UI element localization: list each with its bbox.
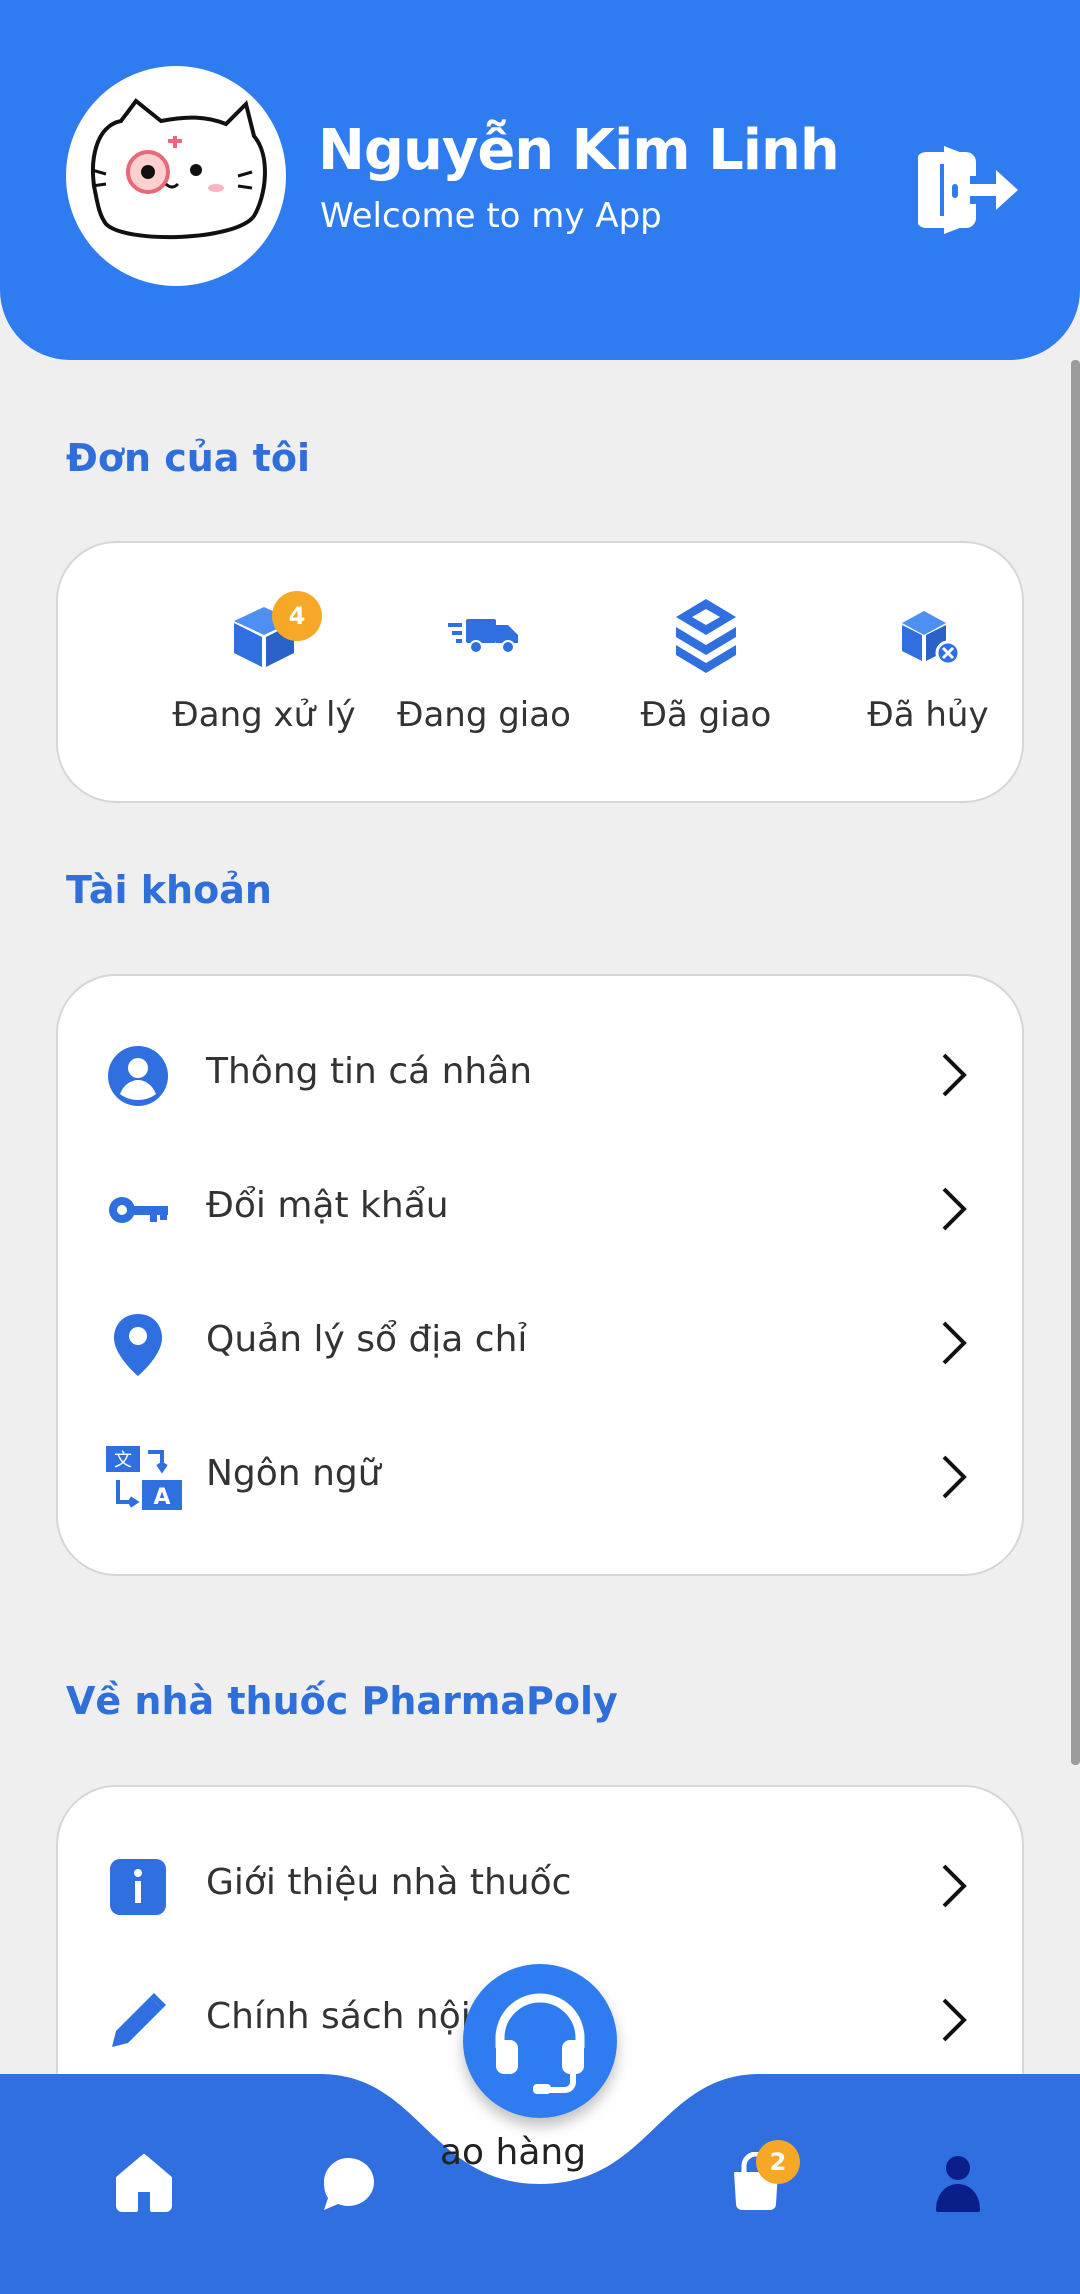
cart-count-badge: 2 bbox=[756, 2140, 800, 2184]
chat-icon bbox=[324, 2158, 374, 2210]
svg-text:文: 文 bbox=[114, 1450, 132, 1471]
order-delivered[interactable]: Đã giao bbox=[596, 593, 816, 735]
nav-chat[interactable] bbox=[318, 2154, 378, 2214]
chevron-right-icon bbox=[942, 1321, 967, 1365]
menu-item-change-password[interactable]: Đổi mật khẩu bbox=[58, 1143, 1026, 1277]
logout-button[interactable] bbox=[916, 142, 1018, 238]
user-circle-icon bbox=[108, 1046, 168, 1106]
pencil-icon bbox=[112, 1993, 166, 2047]
partial-nav-label: ao hàng bbox=[440, 2132, 587, 2173]
orders-card: 4 Đang xử lý Đang giao Đã giao Đã hủy bbox=[56, 541, 1024, 803]
chevron-right-icon bbox=[942, 1053, 967, 1097]
info-icon bbox=[110, 1859, 166, 1915]
menu-item-personal-info[interactable]: Thông tin cá nhân bbox=[58, 1009, 1026, 1143]
menu-item-label: Thông tin cá nhân bbox=[206, 1051, 533, 1092]
user-name: Nguyễn Kim Linh bbox=[318, 118, 840, 183]
profile-icon bbox=[936, 2156, 980, 2212]
profile-header: Nguyễn Kim Linh Welcome to my App bbox=[0, 0, 1080, 360]
home-icon bbox=[116, 2154, 172, 2212]
order-label: Đang xử lý bbox=[172, 695, 356, 735]
menu-item-label: Quản lý sổ địa chỉ bbox=[206, 1319, 528, 1360]
nav-profile[interactable] bbox=[928, 2152, 988, 2212]
support-headset-icon bbox=[495, 1993, 585, 2094]
order-shipping[interactable]: Đang giao bbox=[374, 593, 594, 735]
support-button[interactable] bbox=[463, 1964, 617, 2118]
cancelled-box-icon bbox=[902, 611, 961, 666]
cat-avatar-icon bbox=[91, 98, 267, 240]
menu-item-language[interactable]: 文 A Ngôn ngữ bbox=[58, 1411, 1026, 1545]
translate-icon: 文 A bbox=[106, 1446, 182, 1510]
order-label: Đã giao bbox=[640, 695, 772, 735]
avatar[interactable] bbox=[66, 66, 286, 286]
scrollbar[interactable] bbox=[1071, 360, 1080, 1765]
truck-icon bbox=[448, 619, 518, 654]
orders-section-title: Đơn của tôi bbox=[66, 436, 310, 480]
order-cancelled[interactable]: Đã hủy bbox=[818, 593, 1038, 735]
menu-item-label: Ngôn ngữ bbox=[206, 1453, 381, 1494]
chevron-right-icon bbox=[942, 1455, 967, 1499]
account-card: Thông tin cá nhân Đổi mật khẩu Quản lý s… bbox=[56, 974, 1024, 1576]
logout-icon bbox=[916, 146, 1018, 234]
location-pin-icon bbox=[114, 1314, 162, 1376]
account-section-title: Tài khoản bbox=[66, 868, 272, 912]
about-section-title: Về nhà thuốc PharmaPoly bbox=[66, 1679, 618, 1723]
chevron-right-icon bbox=[942, 1864, 967, 1908]
menu-item-address-book[interactable]: Quản lý sổ địa chỉ bbox=[58, 1277, 1026, 1411]
chevron-right-icon bbox=[942, 1187, 967, 1231]
processing-count-badge: 4 bbox=[272, 591, 322, 641]
menu-item-label: Giới thiệu nhà thuốc bbox=[206, 1862, 572, 1903]
menu-item-pharmacy-intro[interactable]: Giới thiệu nhà thuốc bbox=[58, 1820, 1026, 1954]
menu-item-label: Đổi mật khẩu bbox=[206, 1185, 449, 1226]
nav-home[interactable] bbox=[114, 2152, 174, 2212]
order-label: Đã hủy bbox=[867, 695, 989, 735]
chevron-right-icon bbox=[942, 1998, 967, 2042]
order-processing[interactable]: 4 Đang xử lý bbox=[154, 591, 374, 735]
menu-item-label: Chính sách nội bbox=[206, 1996, 471, 2037]
order-label: Đang giao bbox=[397, 695, 571, 735]
svg-text:A: A bbox=[153, 1485, 170, 1510]
welcome-text: Welcome to my App bbox=[320, 196, 662, 236]
key-icon bbox=[109, 1197, 168, 1223]
delivered-box-icon bbox=[676, 599, 736, 673]
nav-cart[interactable]: 2 bbox=[726, 2140, 800, 2212]
